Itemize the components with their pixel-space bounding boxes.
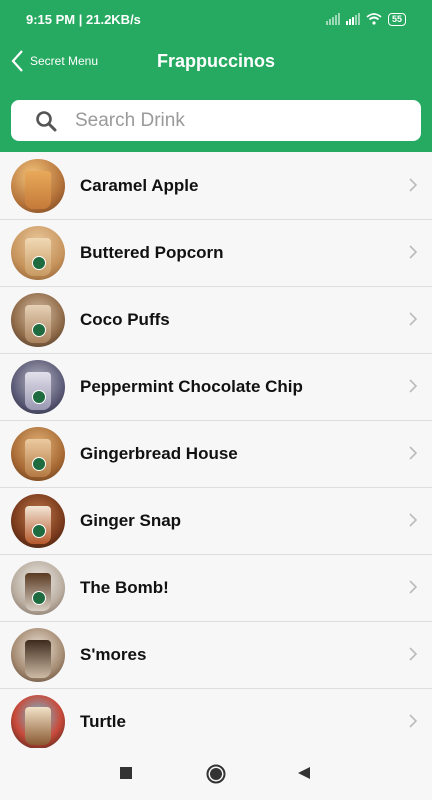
- signal-icon: [325, 13, 340, 25]
- list-item[interactable]: Coco Puffs: [0, 287, 432, 354]
- drink-thumbnail: [11, 427, 65, 481]
- drink-list: Caramel Apple Buttered Popcorn Coco Puff…: [0, 153, 432, 748]
- drink-thumbnail: [11, 293, 65, 347]
- list-item-label: Coco Puffs: [80, 310, 170, 329]
- back-nav-button[interactable]: [297, 766, 311, 785]
- list-item[interactable]: The Bomb!: [0, 555, 432, 622]
- app-header: Secret Menu Frappuccinos: [0, 38, 432, 90]
- drink-thumbnail: [11, 226, 65, 280]
- wifi-icon: [366, 13, 382, 25]
- list-item[interactable]: S'mores: [0, 622, 432, 689]
- list-item-label: Turtle: [80, 712, 126, 731]
- list-item[interactable]: Gingerbread House: [0, 421, 432, 488]
- list-item[interactable]: Caramel Apple: [0, 153, 432, 220]
- chevron-right-icon: [409, 446, 418, 460]
- recents-button[interactable]: [119, 766, 133, 785]
- drink-thumbnail: [11, 360, 65, 414]
- chevron-right-icon: [409, 178, 418, 192]
- list-item[interactable]: Peppermint Chocolate Chip: [0, 354, 432, 421]
- chevron-right-icon: [409, 245, 418, 259]
- chevron-right-icon: [409, 714, 418, 728]
- search-icon: [36, 110, 57, 131]
- drink-thumbnail: [11, 695, 65, 748]
- search-input[interactable]: [73, 108, 377, 133]
- list-item-label: Ginger Snap: [80, 511, 182, 530]
- list-item[interactable]: Buttered Popcorn: [0, 220, 432, 287]
- system-navbar: [0, 748, 432, 800]
- drink-thumbnail: [11, 561, 65, 615]
- list-item-label: Peppermint Chocolate Chip: [80, 377, 303, 396]
- search-box[interactable]: [11, 100, 421, 141]
- status-icons: 55: [325, 12, 406, 26]
- battery-icon: 55: [387, 12, 406, 26]
- status-time-speed: 9:15 PM | 21.2KB/s: [26, 11, 141, 27]
- list-item-label: S'mores: [80, 645, 147, 664]
- status-bar: 9:15 PM | 21.2KB/s 55: [0, 0, 432, 38]
- chevron-right-icon: [409, 647, 418, 661]
- chevron-right-icon: [409, 580, 418, 594]
- page-title: Frappuccinos: [156, 51, 276, 71]
- list-item-label: Buttered Popcorn: [80, 243, 224, 262]
- list-item-label: The Bomb!: [80, 578, 169, 597]
- list-item-label: Gingerbread House: [80, 444, 238, 463]
- circle-icon: [206, 764, 226, 784]
- drink-thumbnail: [11, 494, 65, 548]
- triangle-left-icon: [298, 767, 310, 779]
- chevron-right-icon: [409, 513, 418, 527]
- chevron-right-icon: [409, 312, 418, 326]
- search-area: [0, 90, 432, 152]
- square-icon: [120, 767, 132, 779]
- drink-thumbnail: [11, 628, 65, 682]
- drink-thumbnail: [11, 159, 65, 213]
- home-button[interactable]: [206, 764, 226, 789]
- list-item[interactable]: Ginger Snap: [0, 488, 432, 555]
- chevron-right-icon: [409, 379, 418, 393]
- list-item-label: Caramel Apple: [80, 176, 199, 195]
- signal-icon-2: [345, 13, 360, 25]
- list-item[interactable]: Turtle: [0, 689, 432, 748]
